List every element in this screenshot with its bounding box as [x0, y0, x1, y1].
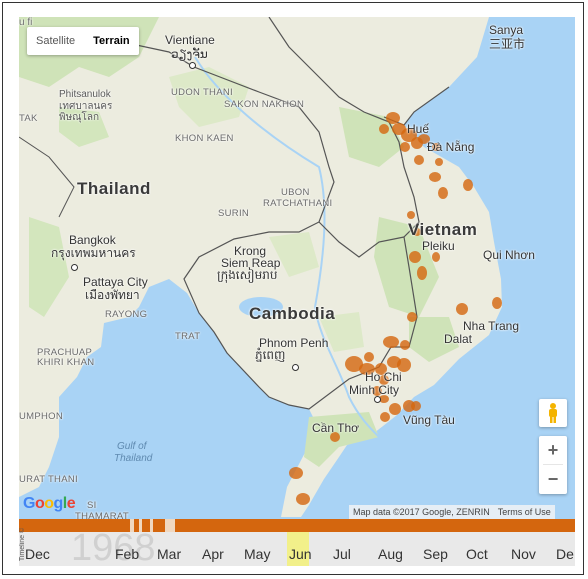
label-tharat: THAMARAT: [75, 511, 129, 519]
label-udon-thani: UDON THANI: [171, 87, 233, 98]
label-rayong: RAYONG: [105, 309, 148, 320]
timeline-month[interactable]: Jun: [289, 546, 312, 562]
label-thailand: Thailand: [77, 179, 151, 198]
timeline-month[interactable]: Feb: [115, 546, 139, 562]
phnom-penh-marker: [292, 364, 299, 371]
map-type-control: Satellite Terrain: [27, 27, 139, 55]
label-minh-city: Minh City: [349, 383, 400, 397]
google-logo[interactable]: Google: [23, 495, 76, 513]
ho-chi-minh-marker: [374, 396, 381, 403]
satellite-button[interactable]: Satellite: [27, 27, 84, 55]
label-dalat: Dalat: [444, 332, 473, 346]
label-qui-nhon: Qui Nhơn: [483, 248, 535, 262]
label-sakon-nakhon: SAKON NAKHON: [224, 99, 305, 110]
label-gulf-thailand: Thailand: [114, 453, 153, 464]
label-vientiane: Vientiane: [165, 33, 215, 47]
label-surin: SURIN: [218, 208, 250, 219]
timeline-month[interactable]: De: [556, 546, 574, 562]
label-surat-thani: URAT THANI: [19, 474, 78, 485]
label-phitsanulok: Phitsanulok: [59, 89, 111, 100]
timeline-month[interactable]: Mar: [157, 546, 181, 562]
label-pleiku: Pleiku: [422, 239, 455, 253]
terrain-button[interactable]: Terrain: [84, 27, 138, 55]
zoom-control: + −: [539, 436, 567, 494]
vientiane-marker: [189, 62, 196, 69]
label-phnom-penh-native: ភ្នំពេញ: [255, 348, 286, 362]
label-tak: TAK: [19, 113, 38, 124]
map-attribution: Map data ©2017 Google, ZENRIN Terms of U…: [349, 505, 555, 519]
pattaya-marker: [71, 264, 78, 271]
timeline-month[interactable]: Nov: [511, 546, 536, 562]
app-frame: u fi Vientiane ວຽງຈັນ Sanya 三亚市 Phitsanu…: [2, 2, 584, 575]
timeline-month[interactable]: Sep: [423, 546, 448, 562]
label-can-tho: Cần Thơ: [312, 421, 360, 435]
map-canvas[interactable]: u fi Vientiane ວຽງຈັນ Sanya 三亚市 Phitsanu…: [19, 17, 575, 519]
label-bangkok-native: กรุงเทพมหานคร: [51, 246, 136, 260]
label-siem-reap-native: ក្រុងសៀមរាប: [217, 268, 278, 282]
label-chumphon: UMPHON: [19, 411, 64, 422]
label-pattaya-native: เมืองพัทยา: [85, 288, 140, 302]
pegman-button[interactable]: [539, 399, 567, 427]
map-data-text: Map data ©2017 Google, ZENRIN: [353, 507, 490, 517]
label-sanya: Sanya: [489, 23, 524, 37]
timeline-month[interactable]: May: [244, 546, 270, 562]
label-hue: Huế: [407, 122, 430, 136]
label-ratchathani: RATCHATHANI: [263, 198, 333, 209]
label-vung-tau: Vũng Tàu: [403, 413, 455, 427]
timeline-year: 1968: [71, 527, 156, 566]
terms-of-use-link[interactable]: Terms of Use: [494, 507, 555, 517]
label-gulf-of: Gulf of: [117, 441, 147, 452]
timeline[interactable]: 1968 Timeline © Dec Feb Mar Apr May Jun …: [19, 519, 575, 566]
label-vientiane-native: ວຽງຈັນ: [171, 47, 208, 61]
timeline-month[interactable]: Jul: [333, 546, 351, 562]
label-si: SI: [87, 500, 97, 511]
label-da-nang: Đà Nẵng: [427, 140, 475, 154]
label-sanya-native: 三亚市: [489, 37, 526, 51]
label-phitsanulok-native: เทศบาลนคร พิษณุโลก: [59, 101, 113, 123]
label-cambodia: Cambodia: [249, 304, 336, 323]
timeline-month[interactable]: Oct: [466, 546, 488, 562]
pegman-icon: [549, 403, 557, 423]
timeline-month[interactable]: Dec: [25, 546, 50, 562]
label-trat: TRAT: [175, 331, 201, 342]
label-ubon: UBON: [281, 187, 310, 198]
timeline-month[interactable]: Apr: [202, 546, 224, 562]
zoom-out-button[interactable]: −: [539, 465, 567, 493]
timeline-month[interactable]: Aug: [378, 546, 403, 562]
label-khon-kaen: KHON KAEN: [175, 133, 234, 144]
timeline-gap: [165, 519, 175, 532]
label-vietnam: Vietnam: [408, 220, 478, 239]
zoom-in-button[interactable]: +: [539, 436, 567, 464]
label-khiri-khan: KHIRI KHAN: [37, 357, 95, 368]
